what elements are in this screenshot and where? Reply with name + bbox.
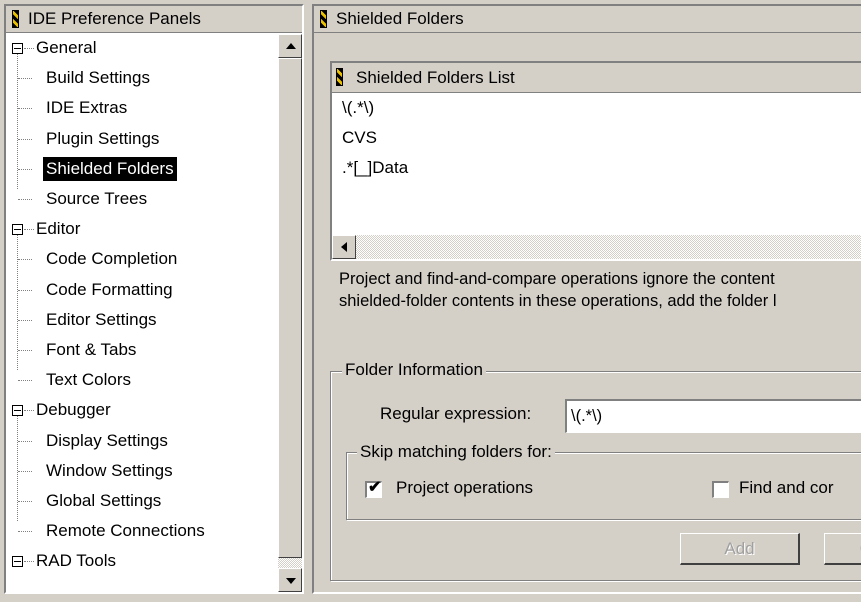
regex-label: Regular expression: [380,404,532,423]
list-header-label: Shielded Folders List [356,68,515,87]
panel-header: Shielded Folders [314,6,861,33]
tree-item-label: Display Settings [46,430,168,450]
hazard-stripe-icon [320,10,327,28]
tree-connector [18,78,32,80]
minus-box-icon[interactable] [12,43,23,54]
tree-group-debugger[interactable]: Debugger [6,396,276,424]
tree-group-label: Editor [36,219,81,239]
preference-tree: General Build Settings IDE Extras Plugin Se… [6,34,278,592]
list-item-text: .*[_]Data [342,158,409,177]
tree-item-remote-connections[interactable]: Remote Connections [6,517,276,545]
tree-group-rad-tools[interactable]: RAD Tools [6,547,276,575]
find-compare-checkbox[interactable] [712,481,729,498]
tree-group-label: General [36,38,97,57]
tree-item-label: Code Formatting [46,279,173,299]
list-item-text: \(.*\) [342,98,375,117]
tree-header-title: IDE Preference Panels [28,9,201,28]
tree-item-source-trees[interactable]: Source Trees [6,185,276,213]
tree-item-font-tabs[interactable]: Font & Tabs [6,336,276,364]
add-button[interactable]: Add [680,533,800,565]
tree-connector [18,259,32,261]
tree-header: IDE Preference Panels [6,6,302,33]
tree-item-window-settings[interactable]: Window Settings [6,457,276,485]
shielded-folders-panel: Shielded Folders Shielded Folders List \… [312,4,861,594]
scroll-up-button[interactable] [278,34,302,58]
arrow-up-icon [286,43,296,49]
list-column-header[interactable]: Shielded Folders List [332,63,861,93]
tree-item-text-colors[interactable]: Text Colors [6,366,276,394]
description-text: Project and find-and-compare operations … [339,268,861,312]
tree-item-plugin-settings[interactable]: Plugin Settings [6,125,276,153]
tree-connector [18,440,32,442]
tree-item-label: Build Settings [46,68,150,88]
tree-item-display-settings[interactable]: Display Settings [6,427,276,455]
tree-connector [18,350,32,351]
description-line-2: shielded-folder contents in these operat… [339,292,777,310]
hazard-stripe-icon [12,10,19,28]
minus-box-icon[interactable] [12,556,23,568]
list-item[interactable]: .*[_]Data [342,153,408,183]
tree-group-general[interactable]: General [6,34,276,62]
tree-item-label: Remote Connections [46,521,205,541]
tree-item-label: Editor Settings [46,309,157,329]
tree-connector [18,168,32,170]
list-item[interactable]: \(.*\) [342,93,374,123]
tree-group-label: RAD Tools [36,551,116,571]
scroll-left-button[interactable] [332,235,356,259]
tree-item-label: Source Trees [46,189,148,208]
tree-connector [18,319,32,321]
tree-item-label: Text Colors [46,370,132,390]
tree-item-label: Shielded Folders [43,156,177,181]
tree-connector [18,380,32,382]
regex-input[interactable]: \(.*\) [565,399,861,433]
panel-title: Shielded Folders [336,9,464,28]
list-item[interactable]: CVS [342,123,377,153]
tree-vertical-scrollbar[interactable] [278,34,302,592]
preference-panels-tree-pane: IDE Preference Panels General Build Setti… [4,4,304,594]
tree-connector [18,470,32,472]
tree-group-label: Debugger [36,400,111,420]
tree-group-editor[interactable]: Editor [6,215,276,243]
arrow-left-icon [341,242,347,252]
arrow-down-icon [286,578,296,584]
list-item-text: CVS [342,128,377,147]
tree-item-ide-extras[interactable]: IDE Extras [6,94,276,122]
tree-item-build-settings[interactable]: Build Settings [6,64,276,92]
tree-item-global-settings[interactable]: Global Settings [6,487,276,515]
tree-connector [18,108,32,110]
tree-connector [18,531,32,533]
skip-matching-legend: Skip matching folders for: [357,442,555,462]
minus-box-icon[interactable] [12,224,23,236]
scroll-thumb[interactable] [278,58,302,558]
tree-item-label: IDE Extras [46,98,128,118]
hazard-stripe-icon [336,68,343,86]
tree-item-code-completion[interactable]: Code Completion [6,245,276,273]
tree-connector [18,199,32,200]
tree-connector [18,138,32,140]
tree-item-label: Window Settings [46,460,173,480]
tree-item-code-formatting[interactable]: Code Formatting [6,276,276,304]
list-horizontal-scrollbar[interactable] [332,235,861,259]
find-compare-label[interactable]: Find and cor [739,478,834,498]
description-line-1: Project and find-and-compare operations … [339,270,775,288]
tree-item-shielded-folders[interactable]: Shielded Folders [6,155,276,183]
tree-connector [18,501,32,502]
checkmark-icon: ✔ [368,479,382,496]
scroll-down-button[interactable] [278,568,302,592]
shielded-folders-list[interactable]: Shielded Folders List \(.*\) CVS .*[_]Da… [330,61,861,261]
tree-item-label: Plugin Settings [46,128,160,148]
change-button[interactable]: C [824,533,861,565]
tree-item-label: Font & Tabs [46,340,137,359]
tree-item-editor-settings[interactable]: Editor Settings [6,306,276,334]
tree-connector [18,289,32,291]
minus-box-icon[interactable] [12,405,23,417]
tree-item-label: Global Settings [46,491,162,510]
project-operations-label[interactable]: Project operations [396,478,533,498]
project-operations-checkbox[interactable]: ✔ [365,479,382,498]
folder-information-legend: Folder Information [342,360,486,380]
tree-item-label: Code Completion [46,249,178,269]
